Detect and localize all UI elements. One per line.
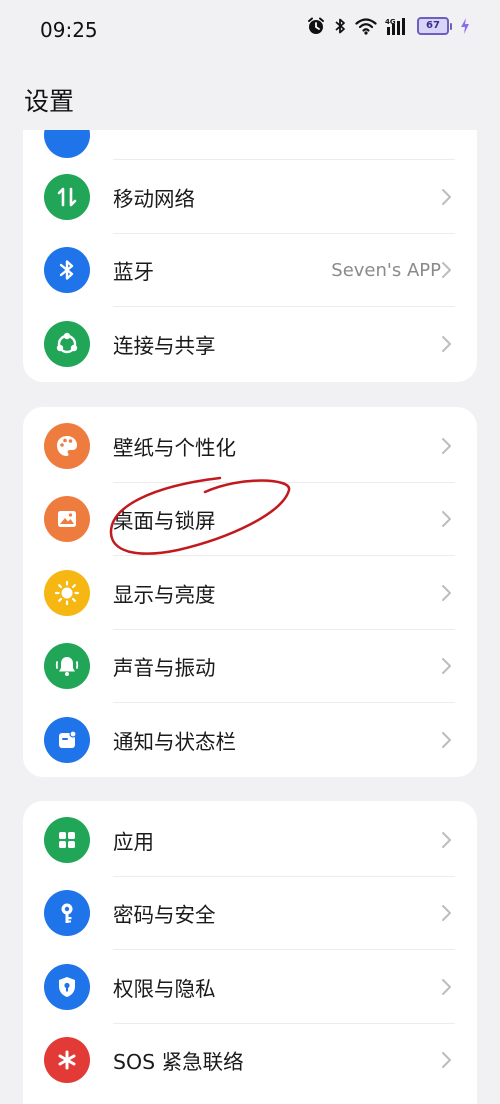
chevron-right-icon	[442, 905, 451, 922]
chevron-right-icon	[442, 831, 451, 848]
list-item-password-security[interactable]: 密码与安全	[23, 877, 477, 950]
sos-asterisk-icon	[44, 1037, 90, 1084]
chevron-right-icon	[442, 584, 451, 601]
list-item-label: 移动网络	[113, 186, 195, 211]
chevron-right-icon	[442, 437, 451, 454]
list-item-bluetooth[interactable]: 蓝牙 Seven's APP	[23, 234, 477, 307]
chevron-right-icon	[442, 188, 451, 205]
list-item-label: 显示与亮度	[113, 582, 216, 607]
list-item-permissions-privacy[interactable]: 权限与隐私	[23, 950, 477, 1024]
list-item-label: 权限与隐私	[113, 976, 216, 1001]
share-connect-icon	[44, 320, 90, 367]
bell-icon	[44, 643, 90, 690]
list-item-wallpaper[interactable]: 壁纸与个性化	[23, 409, 477, 483]
chevron-right-icon	[442, 262, 451, 279]
chevron-right-icon	[442, 978, 451, 995]
list-item-label: 蓝牙	[113, 260, 154, 285]
wifi-icon	[355, 18, 377, 35]
status-bar: 09:25 4G 67	[0, 0, 500, 60]
partial-icon	[44, 130, 90, 158]
bluetooth-status-icon	[335, 18, 345, 34]
chevron-right-icon	[442, 335, 451, 352]
key-icon	[44, 890, 90, 937]
settings-group-security: 应用 密码与安全 权限与隐私 SOS 紧急联络	[23, 801, 477, 1104]
list-item-apps[interactable]: 应用	[23, 803, 477, 877]
chevron-right-icon	[442, 658, 451, 675]
cellular-signal-icon: 4G	[385, 18, 405, 35]
list-item-partial[interactable]	[23, 130, 477, 160]
shield-lock-icon	[44, 963, 90, 1010]
list-item-sos-emergency[interactable]: SOS 紧急联络	[23, 1024, 477, 1098]
battery-indicator: 67	[417, 17, 452, 35]
bluetooth-device-value: Seven's APP	[331, 259, 441, 281]
settings-group-personalization: 壁纸与个性化 桌面与锁屏 显示与亮度 声音与振动 通知与状态栏	[23, 407, 477, 777]
chevron-right-icon	[442, 731, 451, 748]
battery-level: 67	[417, 17, 449, 35]
bluetooth-icon	[44, 247, 90, 294]
list-item-home-lock-screen[interactable]: 桌面与锁屏	[23, 483, 477, 556]
list-item-mobile-network[interactable]: 移动网络	[23, 160, 477, 234]
status-time: 09:25	[40, 18, 98, 42]
list-item-connection-sharing[interactable]: 连接与共享	[23, 307, 477, 381]
list-item-sound-vibration[interactable]: 声音与振动	[23, 630, 477, 703]
status-icons: 4G 67	[307, 17, 470, 35]
chevron-right-icon	[442, 1052, 451, 1069]
palette-icon	[44, 422, 90, 469]
list-item-label: 通知与状态栏	[113, 729, 236, 754]
chevron-right-icon	[442, 511, 451, 528]
list-item-display-brightness[interactable]: 显示与亮度	[23, 556, 477, 630]
charging-icon	[461, 18, 469, 34]
list-item-label: 桌面与锁屏	[113, 509, 216, 534]
notification-icon	[44, 716, 90, 763]
picture-icon	[44, 496, 90, 543]
alarm-icon	[308, 17, 324, 34]
list-item-label: 壁纸与个性化	[113, 435, 236, 460]
list-item-label: 连接与共享	[113, 333, 216, 358]
mobile-network-icon	[44, 173, 90, 220]
brightness-icon	[44, 569, 90, 616]
list-item-label: 应用	[113, 829, 154, 854]
list-item-label: SOS 紧急联络	[113, 1050, 244, 1075]
page-title: 设置	[24, 87, 75, 116]
apps-grid-icon	[44, 816, 90, 863]
settings-group-connectivity: 移动网络 蓝牙 Seven's APP 连接与共享	[23, 130, 477, 382]
list-item-label: 声音与振动	[113, 656, 216, 681]
list-item-notification-statusbar[interactable]: 通知与状态栏	[23, 703, 477, 777]
list-item-label: 密码与安全	[113, 903, 216, 928]
